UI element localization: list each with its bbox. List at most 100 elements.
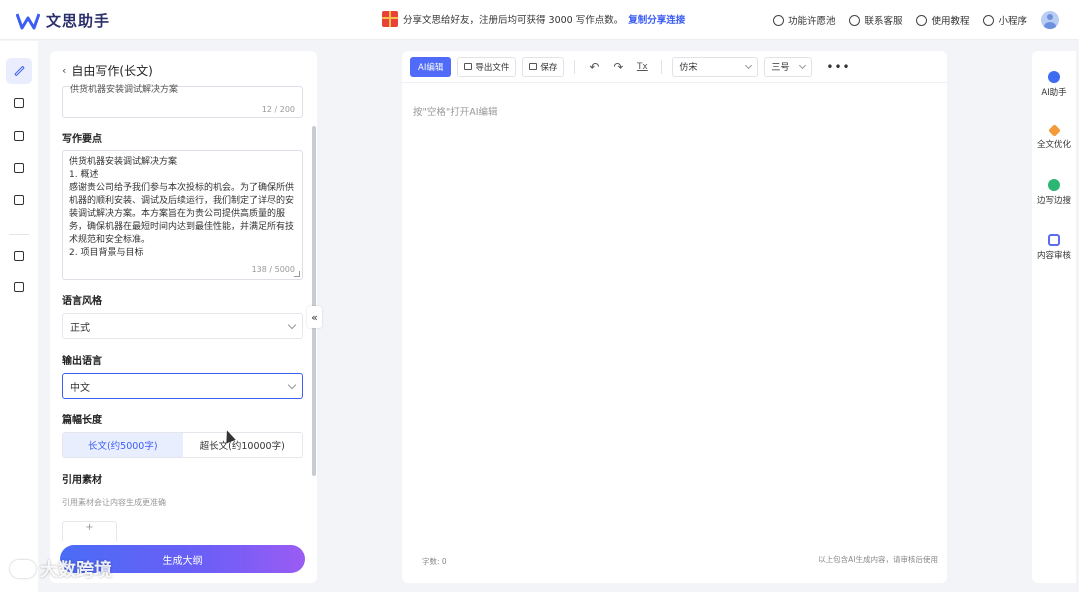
ai-edit-button[interactable]: AI编辑 bbox=[410, 56, 452, 77]
points-line: 感谢贵公司给予我们参与本次投标的机会。为了确保所供机器的顺利安装、调试及后续运行… bbox=[69, 183, 295, 245]
save-button[interactable]: 保存 bbox=[522, 56, 565, 77]
save-label: 保存 bbox=[540, 62, 558, 73]
panel-title-text: 自由写作(长文) bbox=[71, 64, 153, 78]
save-icon bbox=[529, 63, 538, 70]
style-label: 语言风格 bbox=[62, 296, 102, 307]
collapse-panel-button[interactable]: « bbox=[307, 306, 322, 328]
promo-banner: 分享文思给好友，注册后均可获得 3000 写作点数。 复制分享连接 bbox=[382, 11, 685, 27]
undo-icon[interactable]: ↶ bbox=[585, 58, 603, 76]
topic-value: 供货机器安装调试解决方案 bbox=[70, 85, 179, 95]
chevron-down-icon bbox=[799, 61, 807, 69]
clear-format-icon[interactable]: Tx bbox=[633, 58, 651, 76]
export-label: 导出文件 bbox=[475, 62, 510, 73]
chevron-down-icon bbox=[745, 61, 753, 69]
ai-assistant-icon bbox=[1048, 71, 1060, 83]
top-links: 功能许愿池 联系客服 使用教程 小程序 bbox=[772, 11, 1059, 29]
lang-label: 输出语言 bbox=[62, 356, 102, 367]
ai-disclaimer: 以上包含AI生成内容，请审核后使用 bbox=[818, 555, 938, 564]
toolbar-divider bbox=[574, 59, 576, 74]
bulb-icon bbox=[916, 14, 928, 26]
topic-counter: 12 / 200 bbox=[261, 105, 295, 114]
topic-input[interactable]: 供货机器安装调试解决方案 12 / 200 bbox=[62, 85, 303, 118]
app-name: 文思助手 bbox=[46, 12, 111, 30]
points-line: 供货机器安装调试解决方案 bbox=[69, 157, 178, 167]
tutorial-label: 使用教程 bbox=[931, 16, 970, 27]
editor-toolbar: AI编辑 导出文件 保存 ↶ ↷ Tx 仿宋 三号 ••• bbox=[402, 51, 947, 83]
length-option-extra-long[interactable]: 超长文(约10000字) bbox=[183, 433, 303, 457]
watermark-logo-icon bbox=[10, 560, 36, 578]
export-button[interactable]: 导出文件 bbox=[457, 56, 517, 77]
writing-form-panel: ‹ 自由写作(长文) 供货机器安装调试解决方案 12 / 200 写作要点 供货… bbox=[50, 51, 317, 583]
points-textarea[interactable]: 供货机器安装调试解决方案 1. 概述 感谢贵公司给予我们参与本次投标的机会。为了… bbox=[62, 150, 303, 280]
back-icon[interactable]: ‹ bbox=[62, 64, 66, 77]
wishlist-link[interactable]: 功能许愿池 bbox=[772, 13, 836, 27]
logo[interactable]: 文思助手 bbox=[16, 10, 110, 31]
points-counter: 138 / 5000 bbox=[251, 265, 295, 274]
tool-label: 边写边搜 bbox=[1036, 196, 1071, 206]
template-icon bbox=[14, 131, 24, 141]
mini-program-label: 小程序 bbox=[998, 16, 1027, 27]
promo-text: 分享文思给好友，注册后均可获得 3000 写作点数。 bbox=[403, 15, 624, 26]
nav-item-write[interactable] bbox=[6, 58, 32, 84]
lang-select[interactable]: 中文 bbox=[62, 373, 303, 399]
copy-share-link[interactable]: 复制分享连接 bbox=[628, 12, 685, 26]
nav-item-template[interactable] bbox=[6, 123, 32, 149]
avatar[interactable] bbox=[1041, 11, 1059, 29]
tool-label: AI助手 bbox=[1041, 88, 1067, 98]
nav-item-folder[interactable] bbox=[6, 155, 32, 181]
panel-scrollbar[interactable] bbox=[312, 126, 316, 476]
toolbar-divider bbox=[661, 59, 663, 74]
review-icon bbox=[1048, 234, 1060, 246]
nav-item-edit[interactable] bbox=[6, 243, 32, 269]
tool-label: 内容审核 bbox=[1036, 251, 1071, 261]
points-line: 2. 项目背景与目标 bbox=[69, 248, 144, 258]
length-option-long[interactable]: 长文(约5000字) bbox=[63, 433, 183, 457]
redo-icon[interactable]: ↷ bbox=[609, 58, 627, 76]
font-size-value: 三号 bbox=[771, 63, 790, 73]
tool-full-optimize[interactable]: 全文优化 bbox=[1032, 124, 1076, 150]
resize-handle[interactable] bbox=[294, 271, 300, 277]
font-family-select[interactable]: 仿宋 bbox=[672, 56, 759, 77]
add-material-button[interactable]: + bbox=[62, 521, 117, 541]
length-label: 篇幅长度 bbox=[62, 415, 102, 426]
tool-ai-assistant[interactable]: AI助手 bbox=[1032, 71, 1076, 98]
nav-item-chat[interactable] bbox=[6, 90, 32, 116]
chevron-down-icon bbox=[287, 320, 297, 329]
length-segmented: 长文(约5000字) 超长文(约10000字) bbox=[62, 432, 303, 458]
tool-content-review[interactable]: 内容审核 bbox=[1032, 234, 1076, 261]
editor-area: AI编辑 导出文件 保存 ↶ ↷ Tx 仿宋 三号 ••• 按"空格"打开AI编… bbox=[402, 51, 947, 583]
more-options-icon[interactable]: ••• bbox=[826, 60, 850, 74]
pen-icon bbox=[13, 65, 25, 77]
support-link[interactable]: 联系客服 bbox=[849, 13, 902, 27]
ai-edit-label: AI编辑 bbox=[418, 62, 444, 73]
points-line: 1. 概述 bbox=[69, 170, 99, 180]
mini-program-icon bbox=[983, 14, 995, 26]
document-icon bbox=[14, 195, 24, 205]
ref-label: 引用素材 bbox=[62, 475, 102, 486]
font-family-value: 仿宋 bbox=[679, 63, 698, 73]
folder-icon bbox=[14, 163, 24, 173]
support-label: 联系客服 bbox=[864, 16, 903, 27]
points-label: 写作要点 bbox=[62, 134, 102, 145]
style-select[interactable]: 正式 bbox=[62, 313, 303, 339]
search-write-icon bbox=[1048, 179, 1060, 191]
tutorial-link[interactable]: 使用教程 bbox=[916, 13, 969, 27]
watermark: 大数跨境 bbox=[10, 556, 112, 582]
word-count: 字数: 0 bbox=[422, 557, 447, 566]
sparkle-icon bbox=[1047, 124, 1061, 137]
mini-program-link[interactable]: 小程序 bbox=[983, 13, 1027, 27]
lang-value: 中文 bbox=[70, 382, 90, 394]
panel-title: ‹ 自由写作(长文) bbox=[62, 62, 153, 79]
tool-write-search[interactable]: 边写边搜 bbox=[1032, 179, 1076, 206]
logo-icon bbox=[16, 12, 40, 29]
watermark-text: 大数跨境 bbox=[40, 560, 112, 581]
nav-item-document[interactable] bbox=[6, 187, 32, 213]
editor-placeholder[interactable]: 按"空格"打开AI编辑 bbox=[413, 104, 498, 118]
export-icon bbox=[464, 63, 473, 70]
nav-item-check[interactable] bbox=[6, 274, 32, 300]
check-icon bbox=[14, 282, 24, 292]
font-size-select[interactable]: 三号 bbox=[764, 56, 813, 77]
chevron-down-icon bbox=[287, 380, 297, 389]
wishlist-label: 功能许愿池 bbox=[787, 16, 836, 27]
style-value: 正式 bbox=[70, 322, 90, 334]
